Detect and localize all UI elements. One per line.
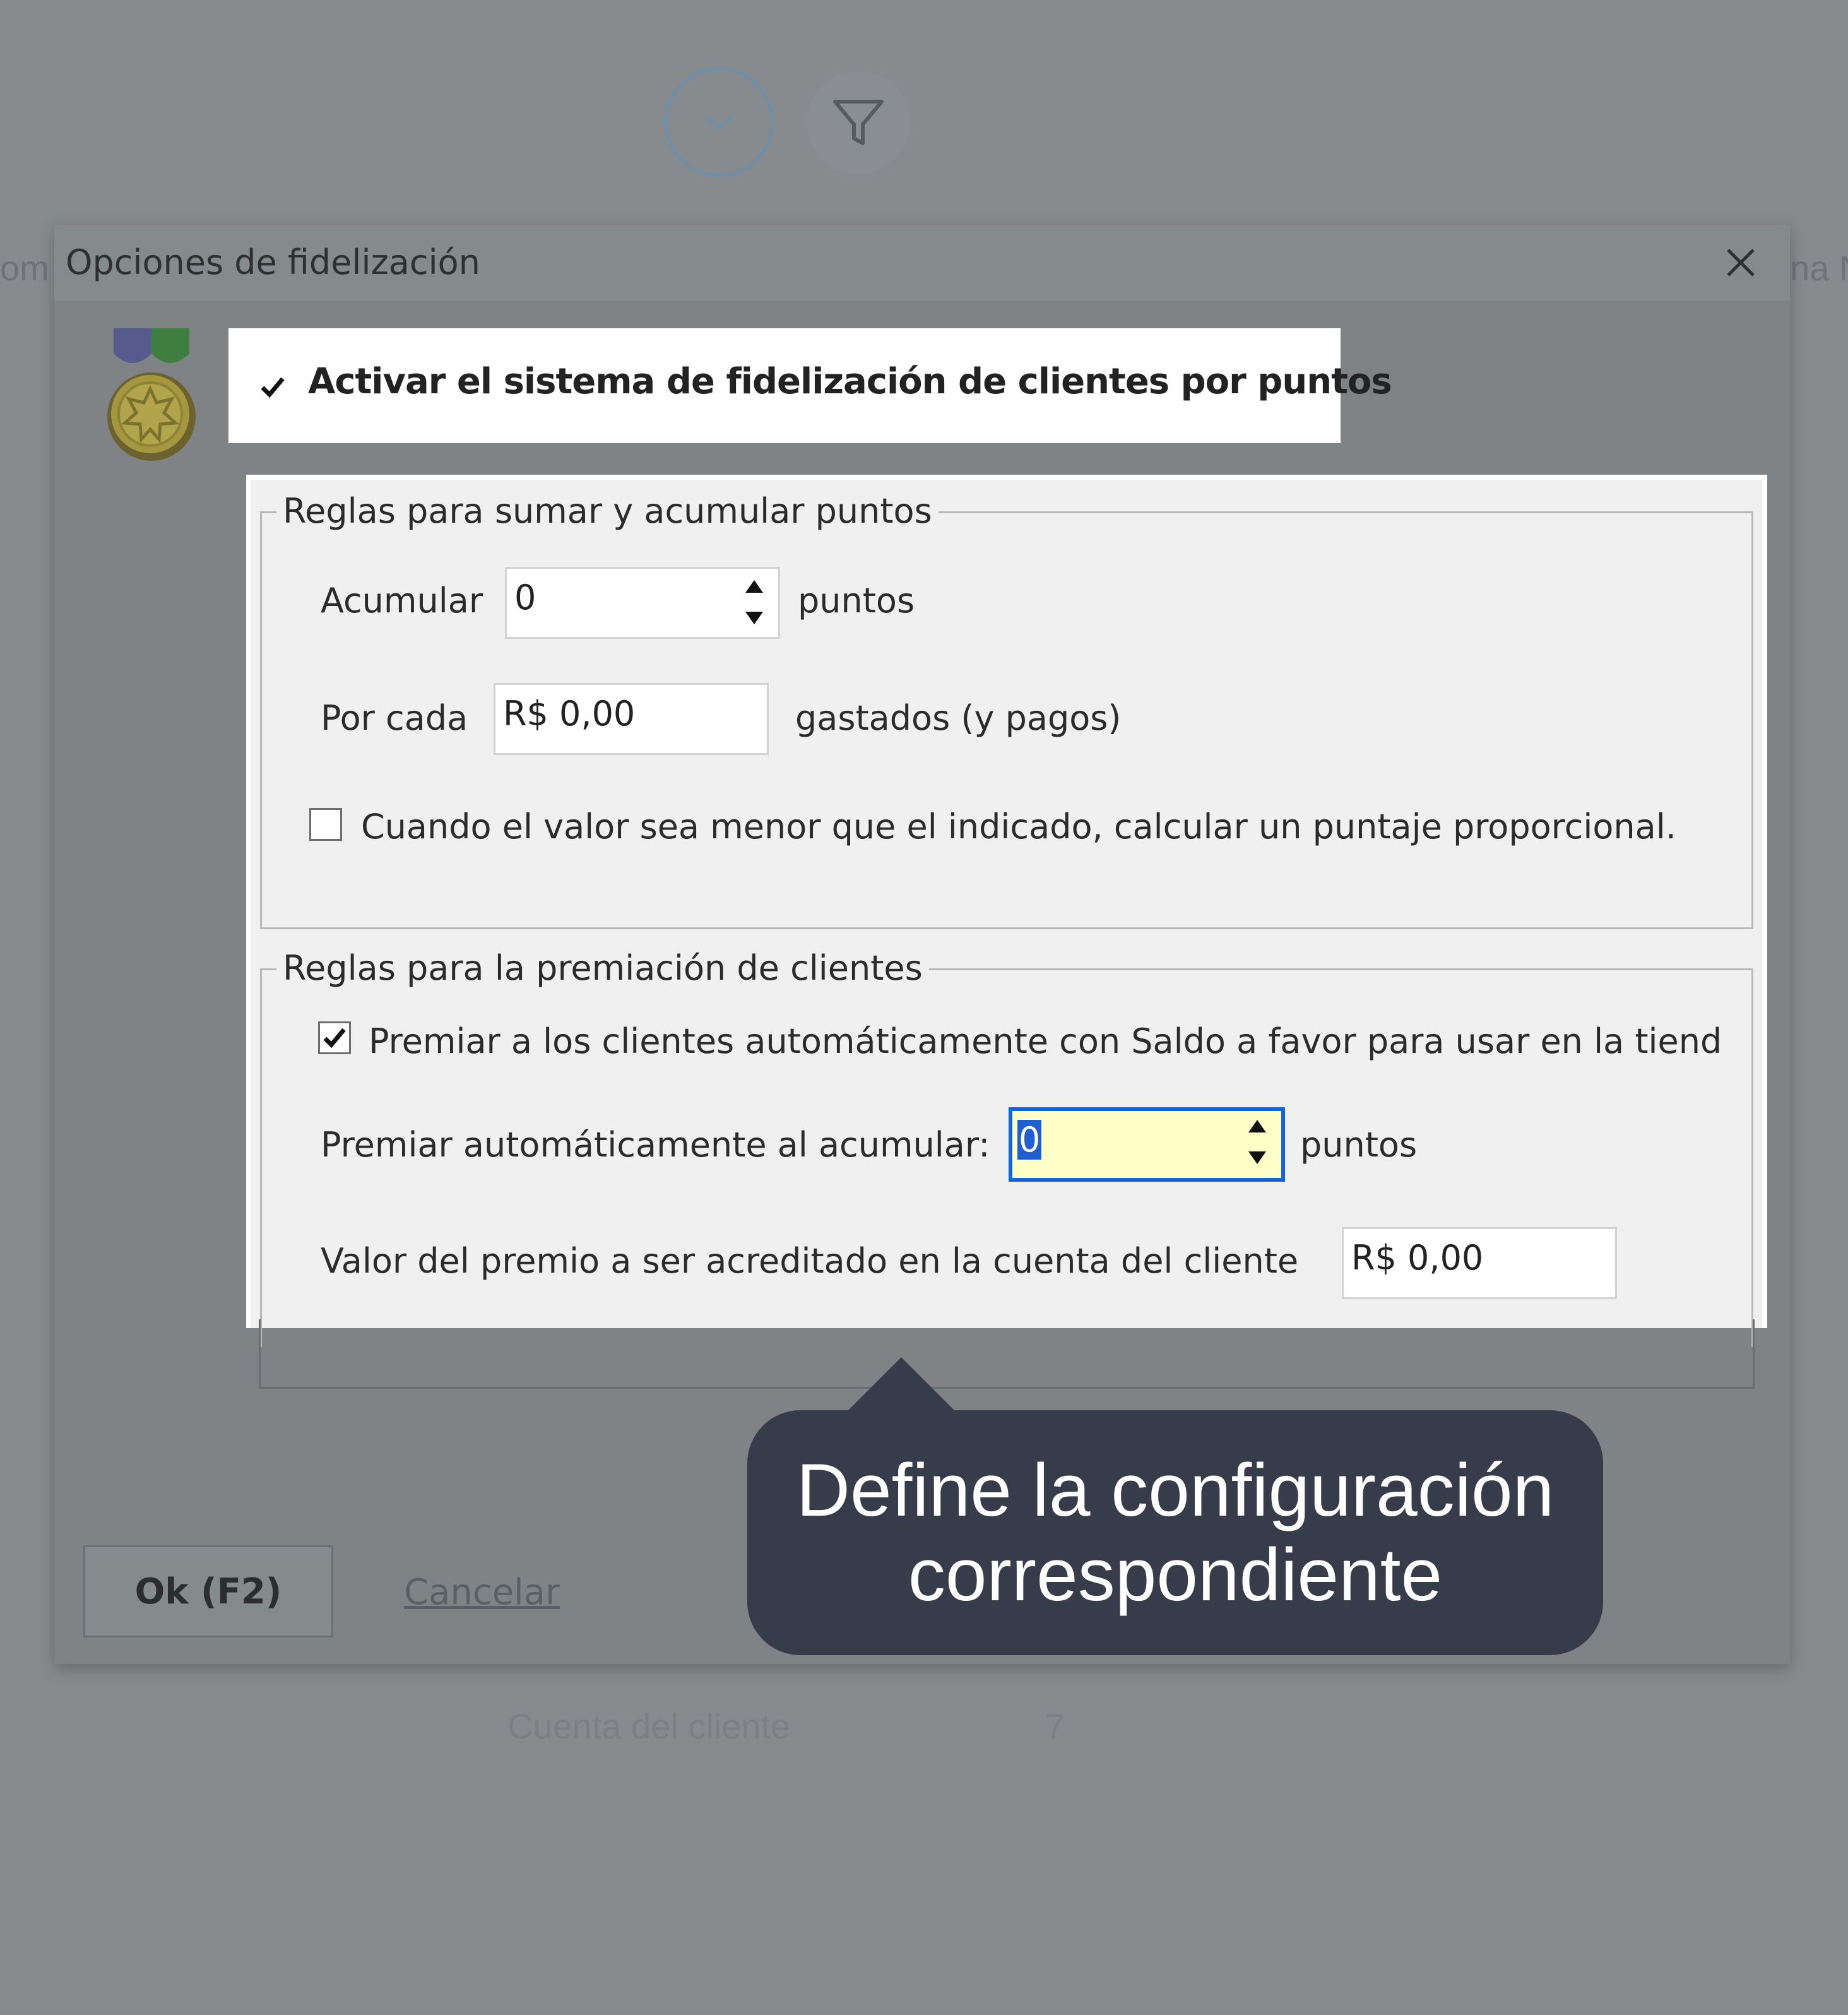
reward-threshold-label: Premiar automáticamente al acumular:: [321, 1125, 990, 1165]
medal-icon: [107, 328, 196, 461]
tooltip-callout: Define la configuración correspondiente: [747, 1410, 1603, 1655]
background-column-header-right: na N: [1790, 248, 1848, 288]
reward-threshold-value: 0: [1017, 1120, 1042, 1160]
expand-button[interactable]: [664, 67, 774, 177]
proportional-score-label: Cuando el valor sea menor que el indicad…: [361, 807, 1676, 847]
enable-loyalty-panel: Activar el sistema de fidelización de cl…: [228, 328, 1392, 443]
enable-loyalty-label: Activar el sistema de fidelización de cl…: [308, 361, 1392, 402]
reward-threshold-unit-label: puntos: [1300, 1125, 1418, 1165]
reward-value-label: Valor del premio a ser acreditado en la …: [321, 1241, 1299, 1281]
filter-icon: [833, 100, 884, 145]
check-icon: [323, 1028, 346, 1049]
rules-panel: Reglas para sumar y acumular puntos Acum…: [246, 475, 1767, 1347]
acumular-points-value: 0: [514, 578, 536, 617]
auto-reward-checkbox[interactable]: [318, 1021, 351, 1054]
chevron-down-icon: [704, 114, 734, 131]
por-cada-label: Por cada: [321, 698, 468, 738]
acumular-label: Acumular: [321, 581, 483, 621]
accumulate-rules-legend: Reglas para sumar y acumular puntos: [276, 491, 939, 531]
reward-rules-legend: Reglas para la premiación de clientes: [276, 948, 929, 988]
proportional-score-checkbox[interactable]: [309, 808, 342, 841]
background-footer-value: 7: [1045, 1706, 1065, 1746]
background-column-header-left: om: [0, 248, 49, 288]
reward-value-field[interactable]: R$ 0,00: [1342, 1227, 1617, 1299]
reward-threshold-stepper[interactable]: 0: [1009, 1107, 1285, 1182]
spin-arrows-icon[interactable]: [1245, 1115, 1270, 1169]
auto-reward-label: Premiar a los clientes automáticamente c…: [369, 1021, 1722, 1061]
por-cada-amount-value: R$ 0,00: [503, 694, 636, 734]
cancel-link[interactable]: Cancelar: [404, 1572, 560, 1613]
filter-button[interactable]: [807, 71, 910, 174]
acumular-unit-label: puntos: [798, 581, 915, 621]
tooltip-line-2: correspondiente: [908, 1533, 1443, 1617]
por-cada-unit-label: gastados (y pagos): [795, 698, 1122, 738]
por-cada-amount-field[interactable]: R$ 0,00: [494, 683, 769, 755]
spin-arrows-icon[interactable]: [742, 575, 767, 629]
background-footer-label: Cuenta del cliente: [507, 1706, 791, 1746]
ok-button[interactable]: Ok (F2): [83, 1545, 333, 1638]
dialog-titlebar: Opciones de fidelización: [54, 225, 1790, 300]
reward-rules-group-tail: [259, 1319, 1755, 1389]
dialog-title: Opciones de fidelización: [66, 242, 480, 282]
acumular-points-stepper[interactable]: 0: [505, 567, 780, 639]
enable-loyalty-checkbox[interactable]: [260, 374, 285, 399]
reward-value-amount: R$ 0,00: [1351, 1238, 1484, 1278]
tooltip-line-1: Define la configuración: [796, 1449, 1555, 1532]
close-icon[interactable]: [1722, 244, 1760, 282]
tooltip-arrow: [844, 1357, 958, 1414]
